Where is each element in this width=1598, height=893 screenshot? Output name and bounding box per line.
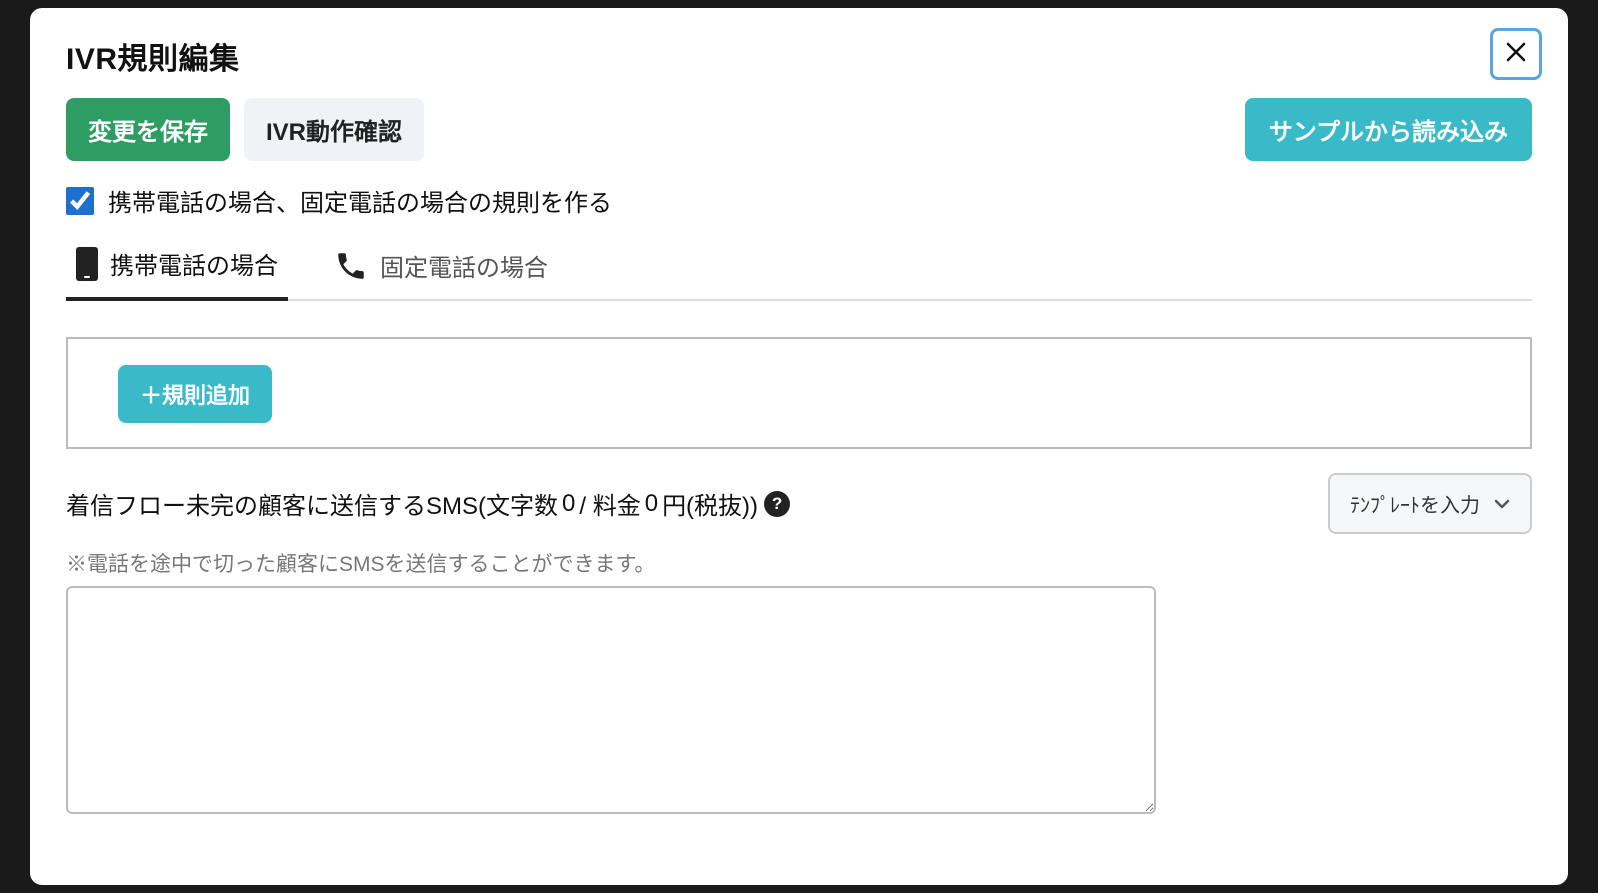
sms-label: 着信フロー未完の顧客に送信するSMS(文字数0 / 料金0円(税抜)) ? — [66, 486, 790, 521]
tab-mobile[interactable]: 携帯電話の場合 — [66, 246, 288, 301]
tab-mobile-label: 携帯電話の場合 — [110, 246, 278, 281]
modal-header: IVR規則編集 — [66, 34, 1532, 80]
tab-landline-label: 固定電話の場合 — [380, 248, 548, 283]
sms-note: ※電話を途中で切った顧客にSMSを送信することができます。 — [66, 548, 1532, 578]
close-icon — [1504, 40, 1528, 69]
rule-split-checkbox-row: 携帯電話の場合、固定電話の場合の規則を作る — [66, 183, 1532, 218]
mobile-icon — [76, 247, 98, 281]
close-button[interactable] — [1490, 28, 1542, 80]
ivr-check-button[interactable]: IVR動作確認 — [244, 98, 424, 161]
save-button[interactable]: 変更を保存 — [66, 98, 230, 161]
phone-type-tabs: 携帯電話の場合 固定電話の場合 — [66, 244, 1532, 301]
tab-landline[interactable]: 固定電話の場合 — [324, 246, 558, 301]
load-sample-button[interactable]: サンプルから読み込み — [1245, 98, 1532, 161]
rule-split-label: 携帯電話の場合、固定電話の場合の規則を作る — [108, 183, 612, 218]
ivr-rule-edit-modal: IVR規則編集 変更を保存 IVR動作確認 サンプルから読み込み 携帯電話の場合… — [30, 8, 1568, 885]
add-rule-button[interactable]: ＋規則追加 — [118, 365, 272, 423]
template-select[interactable]: ﾃﾝﾌﾟﾚｰﾄを入力 — [1328, 473, 1532, 534]
sms-header-row: 着信フロー未完の顧客に送信するSMS(文字数0 / 料金0円(税抜)) ? ﾃﾝ… — [66, 473, 1532, 534]
rule-split-checkbox[interactable] — [66, 187, 94, 215]
phone-icon — [334, 249, 368, 283]
help-icon[interactable]: ? — [764, 491, 790, 517]
action-row: 変更を保存 IVR動作確認 サンプルから読み込み — [66, 98, 1532, 161]
sms-section: 着信フロー未完の顧客に送信するSMS(文字数0 / 料金0円(税抜)) ? ﾃﾝ… — [66, 473, 1532, 819]
rule-container: ＋規則追加 — [66, 337, 1532, 449]
modal-title: IVR規則編集 — [66, 34, 240, 78]
left-actions: 変更を保存 IVR動作確認 — [66, 98, 424, 161]
template-select-label: ﾃﾝﾌﾟﾚｰﾄを入力 — [1350, 489, 1480, 518]
sms-textarea[interactable] — [66, 586, 1156, 814]
chevron-down-icon — [1494, 492, 1510, 515]
